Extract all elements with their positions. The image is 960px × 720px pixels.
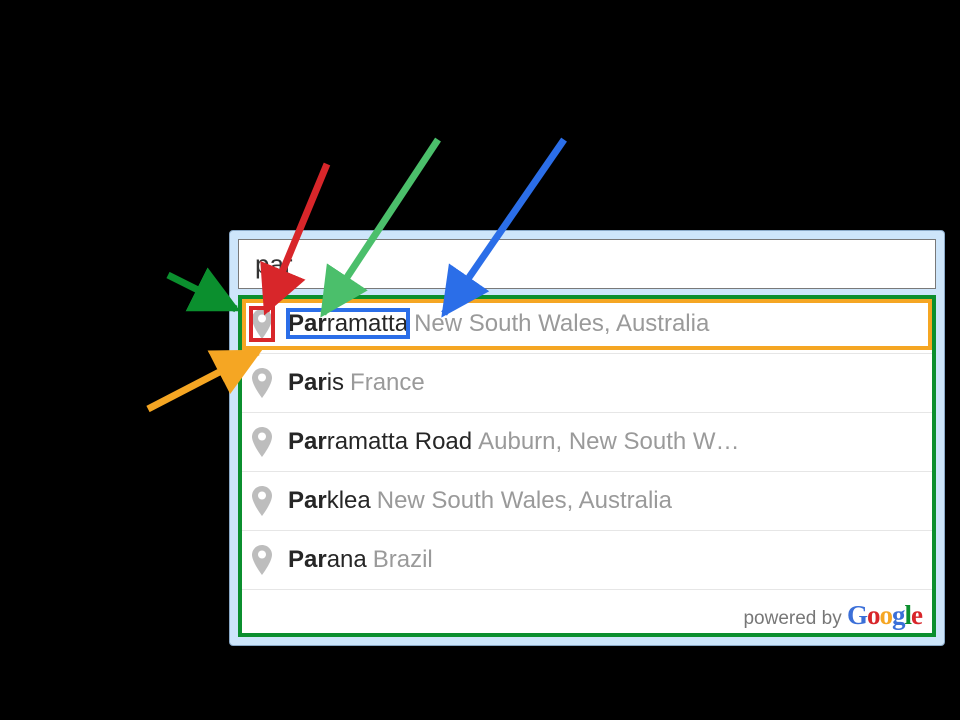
- pin-icon: [252, 427, 272, 457]
- pin-icon: [252, 368, 272, 398]
- suggestion-main: Parramatta: [288, 310, 408, 337]
- suggestion-secondary: New South Wales, Australia: [414, 310, 709, 337]
- suggestions-dropdown: ParramattaNew South Wales, AustraliaPari…: [238, 295, 936, 637]
- suggestion-main: Parramatta Road: [288, 428, 472, 455]
- pin-icon: [252, 309, 272, 339]
- suggestion-row[interactable]: ParanaBrazil: [238, 531, 936, 590]
- arrow-to-dropdown: [168, 275, 236, 309]
- suggestion-secondary: New South Wales, Australia: [377, 487, 672, 514]
- suggestion-row[interactable]: ParramattaNew South Wales, Australia: [238, 295, 936, 354]
- pin-icon: [252, 545, 272, 575]
- suggestion-main: Paris: [288, 369, 344, 396]
- pin-icon: [252, 486, 272, 516]
- suggestion-row[interactable]: Parramatta RoadAuburn, New South W…: [238, 413, 936, 472]
- suggestion-main: Parana: [288, 546, 367, 573]
- suggestion-text: ParanaBrazil: [288, 546, 924, 575]
- suggestion-row[interactable]: ParisFrance: [238, 354, 936, 413]
- suggestion-text: ParkleaNew South Wales, Australia: [288, 487, 924, 516]
- search-input[interactable]: [253, 248, 921, 281]
- suggestion-text: Parramatta RoadAuburn, New South W…: [288, 428, 924, 457]
- suggestion-main: Parklea: [288, 487, 371, 514]
- suggestion-row[interactable]: ParkleaNew South Wales, Australia: [238, 472, 936, 531]
- search-field-container: [238, 239, 936, 289]
- attribution: powered by Google: [238, 590, 936, 637]
- suggestion-secondary: Brazil: [373, 546, 433, 573]
- attribution-brand: Google: [847, 600, 922, 630]
- autocomplete-panel: ParramattaNew South Wales, AustraliaPari…: [229, 230, 945, 646]
- suggestion-secondary: Auburn, New South W…: [478, 428, 739, 455]
- suggestion-text: ParisFrance: [288, 369, 924, 398]
- attribution-prefix: powered by: [743, 608, 847, 629]
- suggestion-text: ParramattaNew South Wales, Australia: [288, 310, 924, 339]
- suggestion-secondary: France: [350, 369, 425, 396]
